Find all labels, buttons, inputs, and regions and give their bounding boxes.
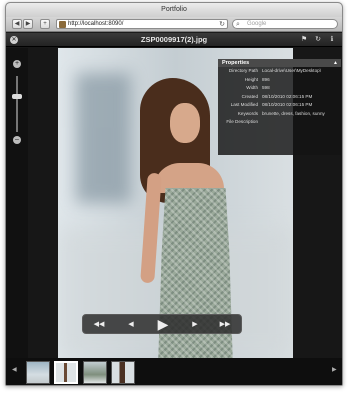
property-value: 08/10/2010 02:06:15 PM <box>262 93 313 99</box>
property-key: Last Modified <box>230 102 258 107</box>
property-key: Height <box>244 76 258 82</box>
property-row: File Description <box>218 118 341 127</box>
property-key: Directory Path <box>228 68 258 73</box>
property-row: Keywords brunette, dress, fashion, sunny <box>218 110 341 119</box>
property-row: Width 598 <box>218 84 341 93</box>
rotate-icon[interactable]: ↻ <box>313 35 323 45</box>
properties-header[interactable]: Properties ▲ <box>218 59 341 67</box>
back-button[interactable]: ◀ <box>12 19 22 29</box>
thumbnail-selected[interactable] <box>54 361 78 384</box>
info-icon[interactable]: ℹ <box>327 35 337 45</box>
property-key: Keywords <box>237 110 258 116</box>
property-value: brunette, dress, fashion, sunny <box>262 110 325 116</box>
property-value: 08/10/2010 02:06:15 PM <box>262 102 313 107</box>
forward-button[interactable]: ▶ <box>23 19 33 29</box>
property-row: Created 08/10/2010 02:06:15 PM <box>218 93 341 102</box>
filmstrip-left-arrow-icon[interactable]: ◀ <box>12 366 17 373</box>
last-button[interactable]: ▶▶ <box>215 315 235 335</box>
zoom-slider-track[interactable] <box>16 76 18 132</box>
browser-window: Portfolio ◀ ▶ + http://localhost:8090/ ↻… <box>5 2 343 386</box>
property-row: Height 896 <box>218 76 341 85</box>
zoom-in-button[interactable]: + <box>13 60 21 68</box>
property-key: Width <box>246 85 258 90</box>
property-value: 598 <box>262 85 270 90</box>
property-value: 896 <box>262 76 270 82</box>
filmstrip-right-arrow-icon[interactable]: ▶ <box>332 366 337 373</box>
search-icon: ⌕ <box>236 21 240 28</box>
property-key: File Description <box>226 119 258 124</box>
properties-panel: Properties ▲ Directory Path Local-drive\… <box>218 59 341 155</box>
viewer-header: ✕ ZSP0009917(2).jpg ⚑ ↻ ℹ <box>6 33 342 47</box>
browser-toolbar: ◀ ▶ + http://localhost:8090/ ↻ ⌕ Google <box>6 17 342 32</box>
property-row: Last Modified 08/10/2010 02:06:15 PM <box>218 101 341 110</box>
address-bar[interactable]: http://localhost:8090/ ↻ <box>56 19 228 29</box>
next-button[interactable]: ▶ <box>185 315 205 335</box>
playback-controls: ◀◀ ◀ ▶ ▶ ▶▶ <box>82 314 242 334</box>
photo-title: ZSP0009917(2).jpg <box>140 35 208 44</box>
collapse-icon[interactable]: ▲ <box>333 59 338 67</box>
filmstrip: ◀ ▶ <box>6 358 342 385</box>
property-value: Local-drive\User\MyDesktop\ <box>262 68 321 73</box>
thumbnail[interactable] <box>83 361 107 384</box>
properties-title: Properties <box>222 60 250 66</box>
site-favicon-icon <box>59 21 66 28</box>
add-bookmark-button[interactable]: + <box>40 19 50 29</box>
thumbnail[interactable] <box>26 361 50 384</box>
zoom-rail: + – <box>6 48 28 358</box>
search-field[interactable]: ⌕ Google <box>232 19 338 29</box>
address-text: http://localhost:8090/ <box>68 21 124 27</box>
zoom-out-button[interactable]: – <box>13 136 21 144</box>
flag-icon[interactable]: ⚑ <box>299 35 309 45</box>
reload-icon[interactable]: ↻ <box>219 20 225 29</box>
viewer-app: ✕ ZSP0009917(2).jpg ⚑ ↻ ℹ + – Properties… <box>6 33 342 385</box>
photo-background-blur <box>76 73 131 203</box>
property-key: Created <box>241 93 258 99</box>
zoom-slider-thumb[interactable] <box>12 94 22 99</box>
photo-subject-face <box>170 103 200 143</box>
window-title: Portfolio <box>6 3 342 17</box>
search-placeholder: Google <box>247 21 267 27</box>
play-button[interactable]: ▶ <box>151 315 175 335</box>
first-button[interactable]: ◀◀ <box>89 315 109 335</box>
property-row: Directory Path Local-drive\User\MyDeskto… <box>218 67 341 76</box>
thumbnail[interactable] <box>111 361 135 384</box>
previous-button[interactable]: ◀ <box>121 315 141 335</box>
